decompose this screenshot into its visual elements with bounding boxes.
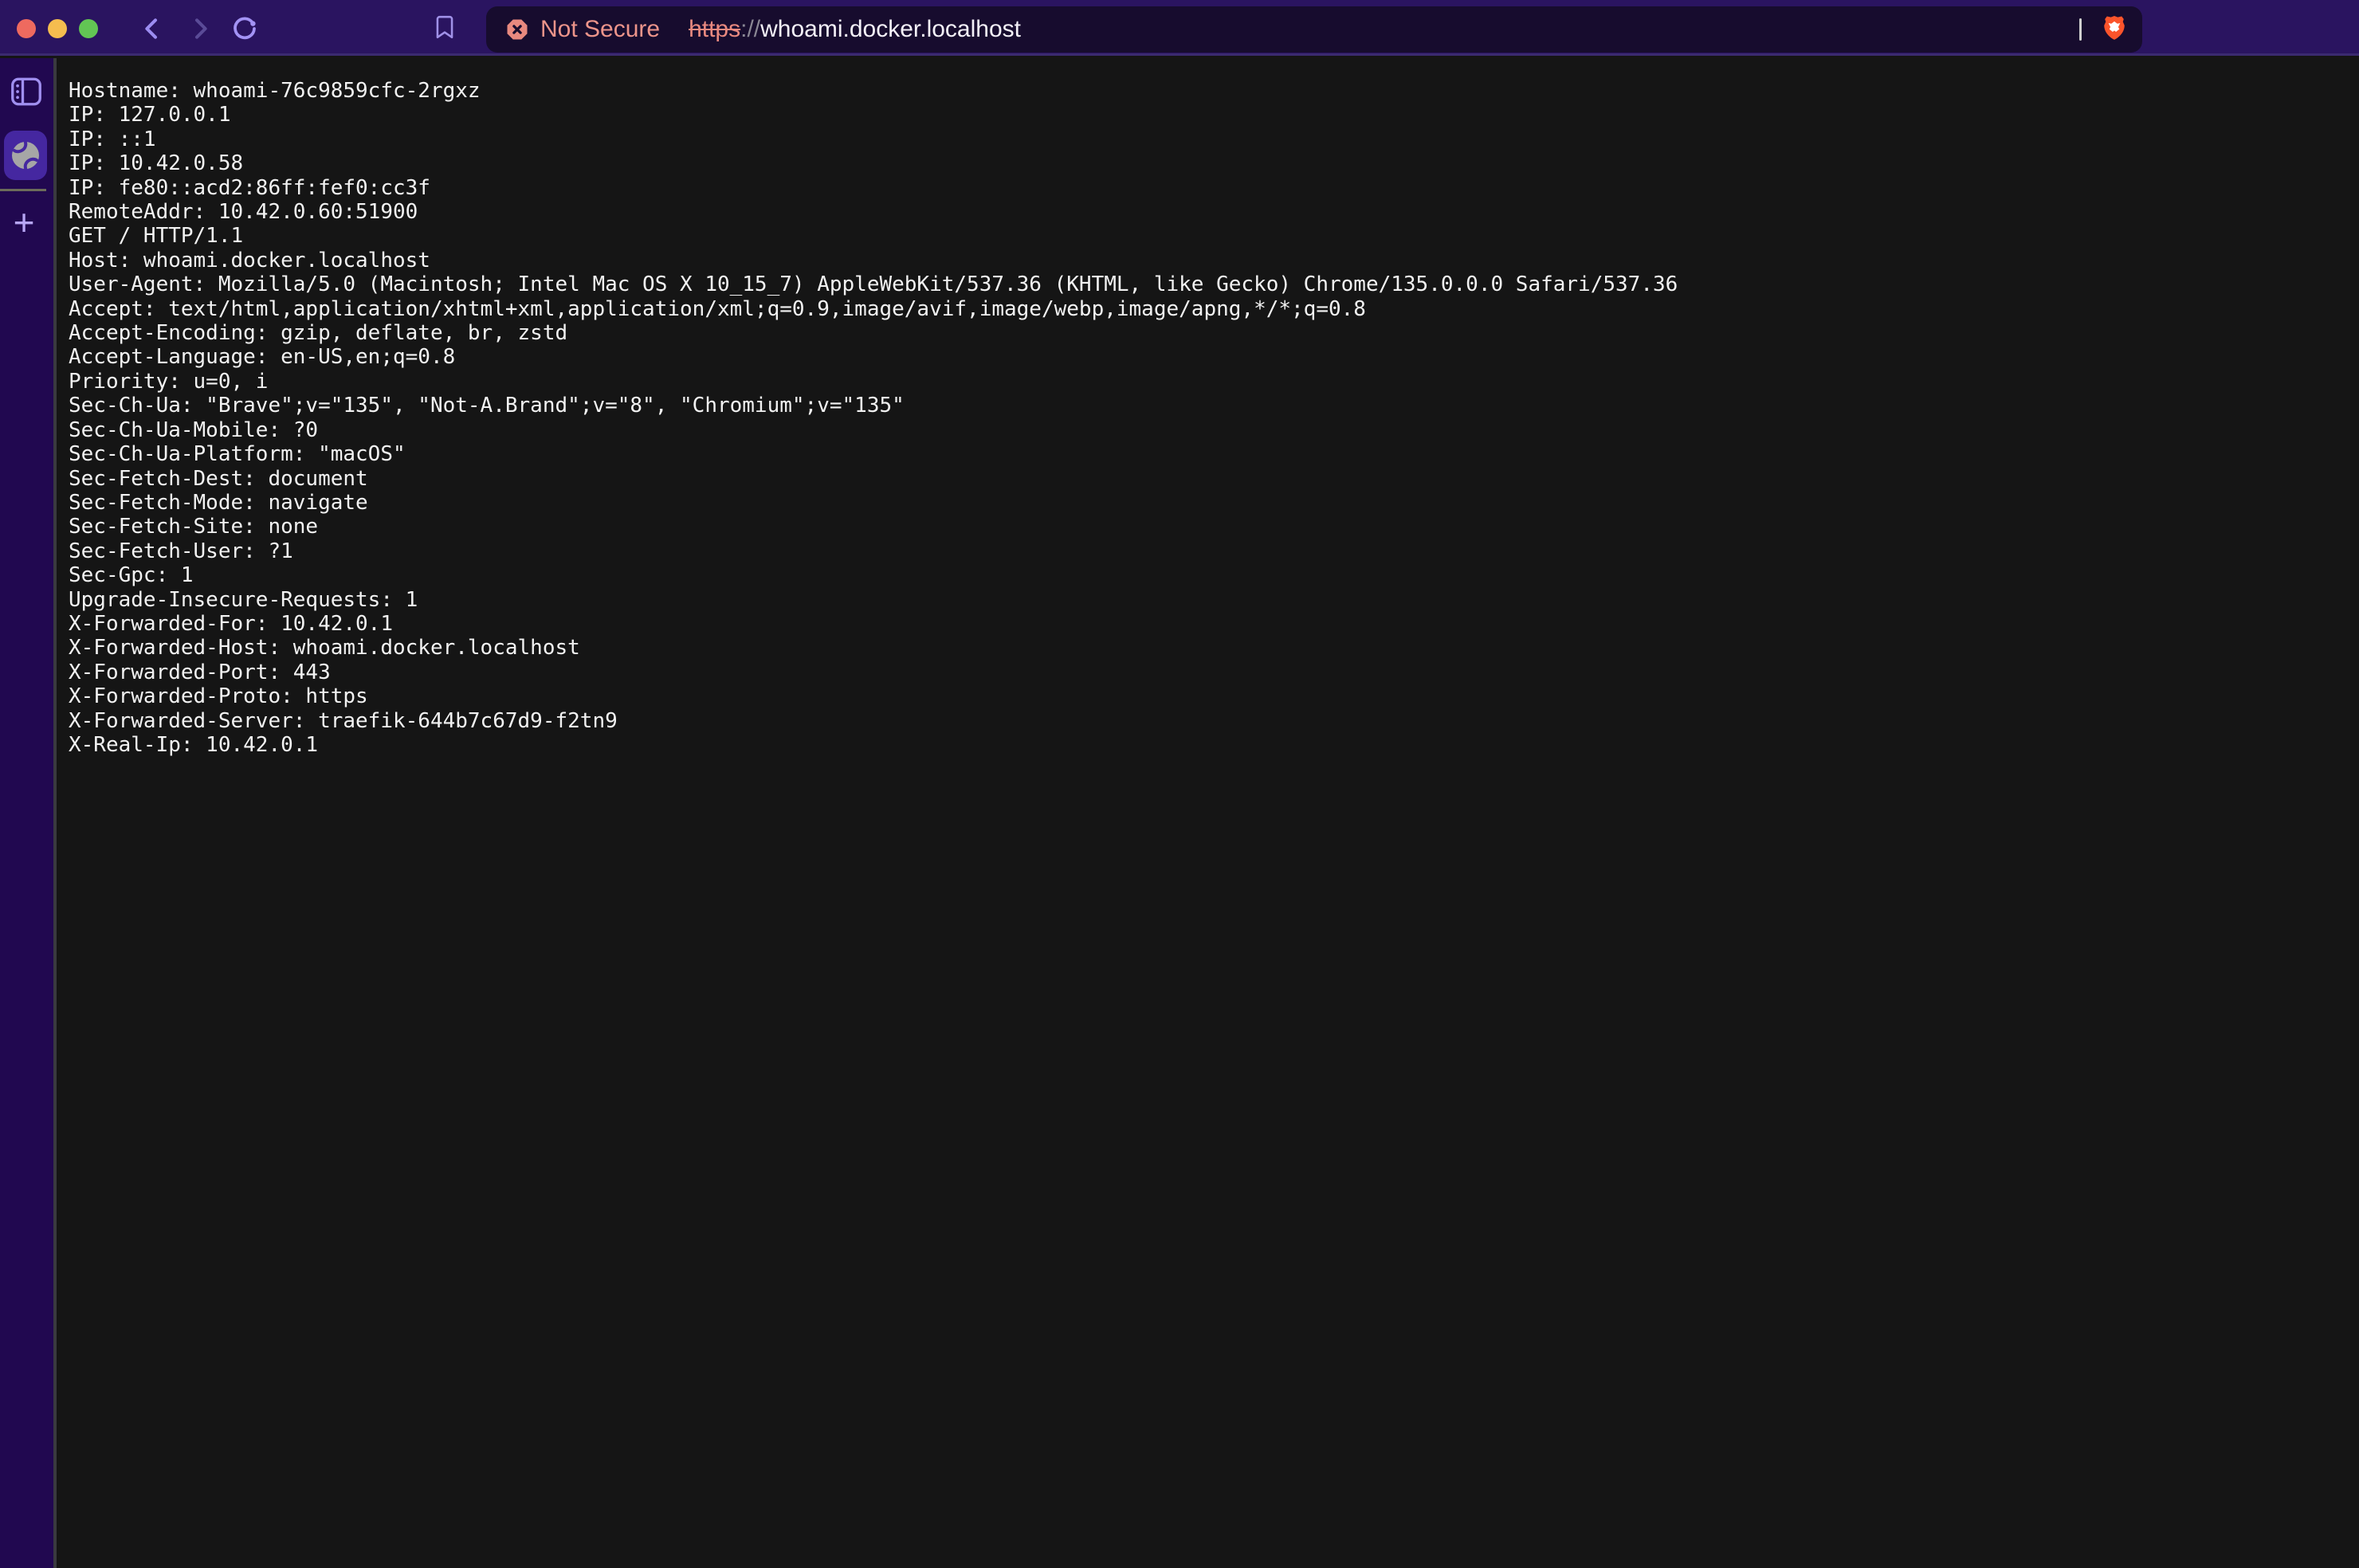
minimize-window-button[interactable] bbox=[48, 19, 67, 38]
address-bar[interactable]: Not Secure https://whoami.docker.localho… bbox=[486, 6, 2142, 53]
reload-icon bbox=[235, 18, 256, 37]
sidebar-panel-icon bbox=[13, 79, 41, 104]
close-window-button[interactable] bbox=[17, 19, 36, 38]
back-button[interactable] bbox=[139, 16, 165, 41]
not-secure-icon[interactable] bbox=[505, 18, 529, 41]
urlbar-divider bbox=[2079, 18, 2082, 41]
url-scheme-separator: :// bbox=[740, 16, 760, 42]
sidebar-active-tab[interactable] bbox=[4, 131, 47, 180]
chevron-left-icon bbox=[147, 20, 155, 37]
browser-topbar: Not Secure https://whoami.docker.localho… bbox=[0, 0, 2359, 56]
sidebar-divider bbox=[0, 189, 46, 191]
url-host: whoami.docker.localhost bbox=[760, 16, 1021, 42]
zoom-window-button[interactable] bbox=[79, 19, 98, 38]
not-secure-label[interactable]: Not Secure bbox=[540, 16, 660, 43]
brave-lion-icon bbox=[2104, 16, 2125, 40]
bookmark-button[interactable] bbox=[432, 14, 457, 40]
plus-icon: + bbox=[14, 204, 35, 241]
window-controls bbox=[17, 19, 98, 38]
page-content: Hostname: whoami-76c9859cfc-2rgxz IP: 12… bbox=[53, 58, 2359, 1568]
browser-window: Not Secure https://whoami.docker.localho… bbox=[0, 0, 2359, 1568]
globe-favicon-icon bbox=[10, 139, 41, 171]
url-scheme: https bbox=[689, 16, 740, 42]
url-text[interactable]: https://whoami.docker.localhost bbox=[689, 16, 1021, 43]
forward-button[interactable] bbox=[187, 16, 213, 41]
whoami-response-text: Hostname: whoami-76c9859cfc-2rgxz IP: 12… bbox=[57, 58, 2359, 773]
sidebar-toggle-button[interactable] bbox=[10, 77, 42, 106]
sidebar: + bbox=[0, 58, 53, 1568]
bookmark-icon bbox=[438, 17, 452, 37]
brave-shields-button[interactable] bbox=[2099, 14, 2129, 45]
new-tab-button[interactable]: + bbox=[0, 200, 48, 245]
chevron-right-icon bbox=[197, 20, 206, 37]
reload-button[interactable] bbox=[232, 16, 257, 41]
